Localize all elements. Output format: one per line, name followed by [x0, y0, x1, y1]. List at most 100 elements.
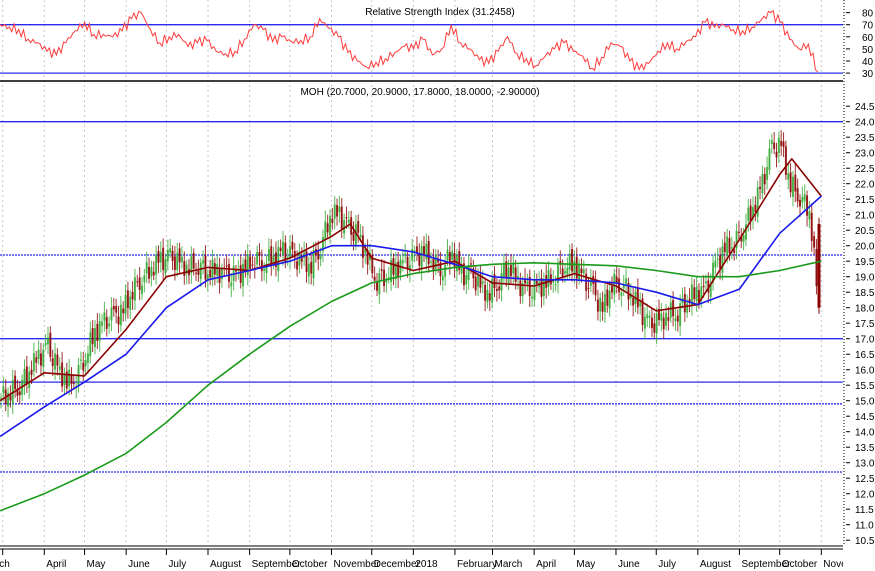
x-tick-label: March	[0, 559, 10, 570]
rsi-title: Relative Strength Index (31.2458)	[365, 7, 515, 18]
axes: MarchAprilMayJuneJulyAugustSeptemberOcto…	[0, 0, 875, 571]
candle-body	[213, 263, 216, 275]
candle-body	[9, 395, 12, 401]
candle-body	[418, 253, 421, 266]
candle-body	[695, 287, 698, 302]
candle-body	[291, 241, 294, 250]
candle-body	[336, 205, 339, 217]
candle-body	[319, 255, 322, 259]
candle-body	[307, 263, 310, 277]
candle-body	[82, 362, 85, 371]
price-y-tick-label: 21.0	[855, 211, 875, 222]
candle-body	[423, 246, 425, 255]
candle-body	[239, 265, 242, 283]
candle-body	[277, 247, 280, 272]
candle-body	[596, 299, 599, 312]
candle-body	[171, 250, 174, 261]
candle-body	[2, 386, 5, 394]
x-tick-label: August	[210, 559, 241, 570]
candle-body	[542, 279, 545, 297]
candle-body	[195, 272, 198, 274]
candle-body	[145, 262, 148, 274]
price-y-tick-label: 12.5	[855, 474, 875, 485]
candle-body	[770, 140, 773, 145]
price-y-tick-label: 19.5	[855, 257, 875, 268]
candle-body	[420, 246, 423, 270]
candle-body	[646, 314, 649, 319]
candle-body	[39, 353, 42, 366]
candle-body	[166, 249, 169, 262]
rsi-line	[0, 9, 819, 73]
candle-body	[110, 307, 113, 321]
candle-body	[566, 267, 569, 275]
candle-body	[251, 264, 254, 266]
candle-body	[660, 313, 663, 321]
candle-body	[728, 238, 731, 254]
candle-body	[282, 241, 284, 256]
candle-body	[242, 263, 245, 287]
candle-body	[258, 252, 261, 256]
candle-body	[117, 316, 120, 325]
price-y-tick-label: 23.5	[855, 133, 875, 144]
candle-body	[507, 267, 510, 284]
candle-body	[665, 312, 668, 326]
candle-body	[467, 265, 470, 280]
candle-body	[669, 302, 672, 318]
candle-body	[124, 295, 127, 315]
x-tick-label: February	[457, 559, 497, 570]
x-tick-label: December	[374, 559, 421, 570]
candle-body	[178, 248, 181, 263]
candle-body	[514, 267, 517, 282]
candle-body	[183, 261, 186, 277]
price-title: MOH (20.7000, 20.9000, 17.8000, 18.0000,…	[300, 87, 539, 98]
candle-body	[227, 264, 230, 282]
candle-body	[580, 268, 583, 274]
candle-body	[192, 253, 195, 269]
candle-body	[180, 256, 183, 263]
candle-body	[716, 258, 719, 260]
rsi-y-tick-label: 80	[862, 9, 874, 20]
x-tick-label: 2018	[415, 559, 438, 570]
candle-body	[639, 302, 642, 307]
candle-body	[498, 286, 501, 291]
price-y-tick-label: 18.5	[855, 288, 875, 299]
candle-body	[383, 269, 386, 286]
candle-body	[618, 278, 621, 293]
candle-body	[63, 374, 66, 385]
candle-body	[49, 332, 52, 357]
candle-body	[474, 276, 477, 291]
candle-body	[714, 260, 717, 268]
candle-body	[625, 278, 628, 284]
price-y-tick-label: 24.5	[855, 102, 875, 113]
candle-body	[806, 195, 809, 216]
candle-body	[775, 151, 778, 158]
candle-body	[451, 251, 454, 260]
candle-body	[794, 174, 797, 192]
candle-body	[338, 206, 341, 213]
candle-body	[453, 253, 456, 268]
candle-body	[392, 258, 395, 275]
candle-body	[112, 306, 115, 310]
candle-body	[535, 280, 538, 284]
candle-body	[615, 276, 618, 283]
candle-body	[686, 303, 689, 313]
candle-body	[763, 174, 766, 185]
candle-body	[801, 196, 804, 203]
candle-body	[44, 342, 47, 346]
candle-body	[397, 261, 400, 278]
candle-body	[509, 264, 512, 277]
candle-body	[86, 353, 89, 363]
candle-body	[108, 323, 111, 327]
price-y-tick-label: 11.0	[855, 521, 874, 532]
candle-body	[173, 256, 176, 270]
candle-body	[782, 141, 785, 147]
last-candle-body	[817, 224, 821, 308]
candle-body	[573, 261, 576, 274]
candle-body	[357, 221, 360, 233]
candle-body	[209, 269, 212, 278]
candle-body	[705, 281, 707, 284]
candle-body	[531, 296, 534, 299]
candle-body	[89, 332, 92, 357]
candle-body	[96, 323, 99, 341]
candle-body	[138, 277, 141, 290]
